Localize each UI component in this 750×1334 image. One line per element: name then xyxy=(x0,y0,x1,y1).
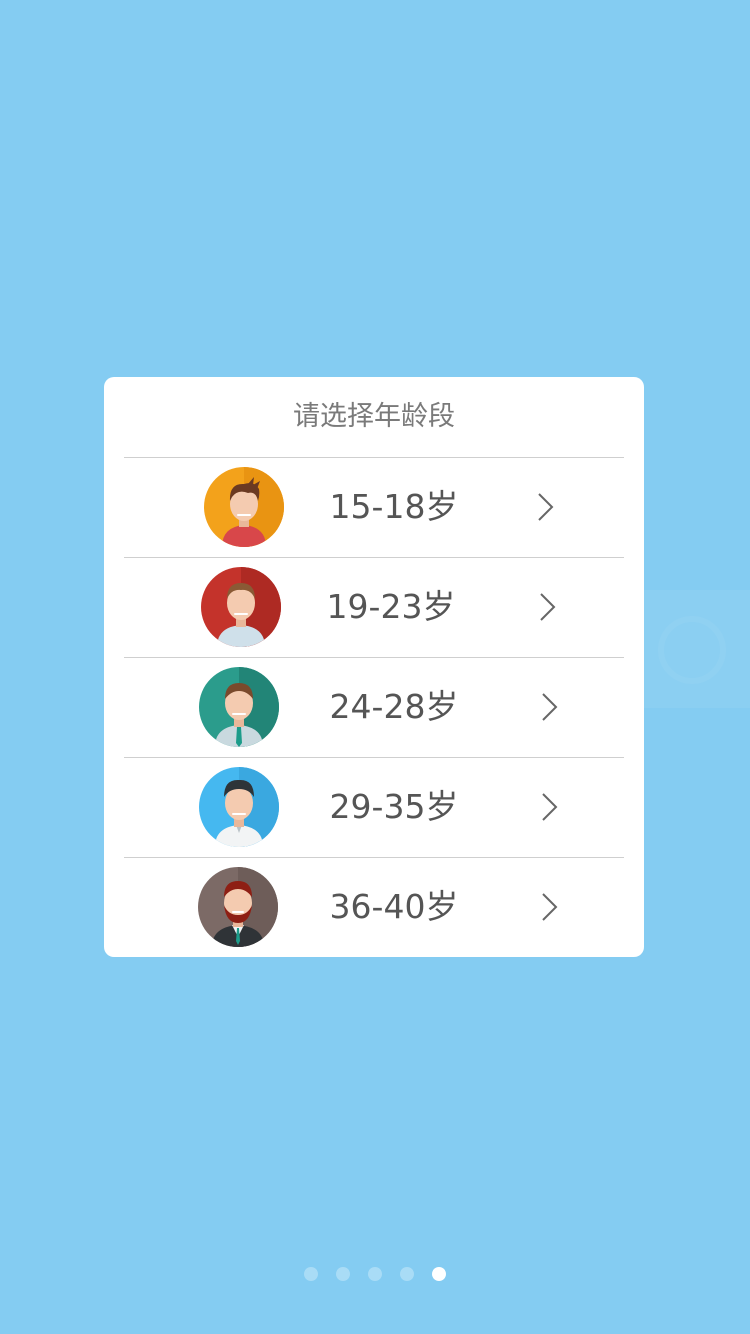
dialog-title: 请选择年龄段 xyxy=(293,401,455,432)
chevron-right-icon xyxy=(542,893,558,921)
age-option-29-35[interactable]: 29-35岁 xyxy=(104,757,644,857)
age-option-label: 29-35岁 xyxy=(329,787,459,826)
page-dot[interactable] xyxy=(304,1267,318,1281)
chevron-right-icon xyxy=(538,493,554,521)
page-dot[interactable] xyxy=(336,1267,350,1281)
circle-icon xyxy=(658,616,726,684)
page-indicator xyxy=(0,1267,750,1283)
chevron-right-icon xyxy=(542,793,558,821)
page-dot[interactable] xyxy=(400,1267,414,1281)
age-option-19-23[interactable]: 19-23岁 xyxy=(104,557,644,657)
avatar-man-tie-icon xyxy=(199,667,279,747)
avatar-young-man-icon xyxy=(201,567,281,647)
age-option-label: 36-40岁 xyxy=(329,887,459,926)
page-dot[interactable] xyxy=(368,1267,382,1281)
avatar-teen-icon xyxy=(204,467,284,547)
avatar-bearded-man-icon xyxy=(198,867,278,947)
page-dot-active[interactable] xyxy=(432,1267,446,1281)
side-decoration xyxy=(626,590,750,708)
age-option-label: 19-23岁 xyxy=(326,587,456,626)
chevron-right-icon xyxy=(540,593,556,621)
age-option-label: 24-28岁 xyxy=(329,687,459,726)
age-selection-dialog: 请选择年龄段 15-18岁 19-23岁 24-28岁 29-35岁 36-40… xyxy=(104,377,644,957)
age-option-label: 15-18岁 xyxy=(329,487,459,526)
avatar-man-shirt-icon xyxy=(199,767,279,847)
age-option-15-18[interactable]: 15-18岁 xyxy=(104,457,644,557)
age-option-36-40[interactable]: 36-40岁 xyxy=(104,857,644,957)
age-option-24-28[interactable]: 24-28岁 xyxy=(104,657,644,757)
chevron-right-icon xyxy=(542,693,558,721)
